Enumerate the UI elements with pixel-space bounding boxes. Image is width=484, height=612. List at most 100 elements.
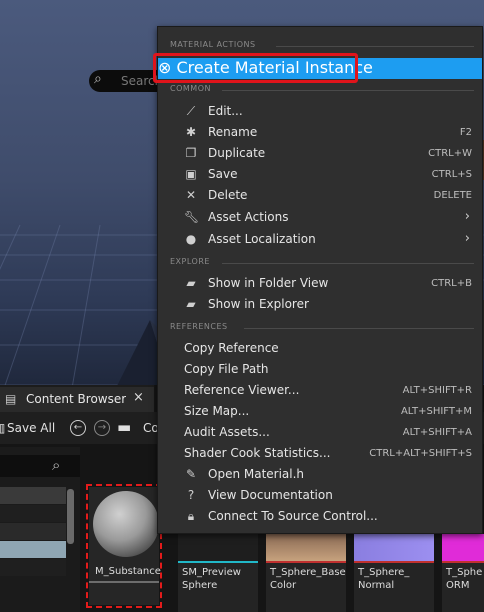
menu-item-connect-to-source-control[interactable]: 🔒︎ Connect To Source Control... <box>158 506 482 527</box>
asset-name: T_Sphere_ Normal <box>358 567 410 591</box>
asset-thumbnail <box>354 534 434 562</box>
search-icon: ⌕ <box>52 456 61 474</box>
menu-item-label: Show in Explorer <box>208 297 309 311</box>
asset-type-bar <box>266 561 346 563</box>
menu-item-open-material-h[interactable]: ✎ Open Material.h <box>158 464 482 485</box>
folder-search-icon: ▰ <box>186 297 196 311</box>
menu-item-shader-cook-statistics[interactable]: Shader Cook Statistics... CTRL+ALT+SHIFT… <box>158 443 482 464</box>
menu-item-edit[interactable]: ⟋ Edit... <box>158 101 482 122</box>
delete-icon: ✕ <box>185 188 197 202</box>
menu-item-save[interactable]: ▣ Save CTRL+S <box>158 164 482 185</box>
menu-item-label: Shader Cook Statistics... <box>184 446 331 460</box>
asset-thumbnail <box>442 534 484 562</box>
back-icon[interactable]: ← <box>70 420 86 436</box>
asset-thumbnail <box>266 534 346 562</box>
search-icon: ⌕ <box>94 71 102 87</box>
menu-item-label: Rename <box>208 125 258 139</box>
asset-name: SM_Preview Sphere <box>182 567 241 591</box>
duplicate-icon: ❐ <box>185 146 197 160</box>
asset-name: T_Sphe ORM <box>446 567 483 591</box>
menu-item-label: View Documentation <box>208 488 333 502</box>
list-item[interactable] <box>0 505 66 522</box>
asset-name: T_Sphere_Base Color <box>270 567 346 591</box>
asset-thumbnail <box>178 534 258 562</box>
shortcut-text: ALT+SHIFT+M <box>400 406 472 417</box>
shortcut-text: ALT+SHIFT+A <box>402 427 472 438</box>
edit-icon: ⟋ <box>186 104 196 118</box>
menu-item-label: Duplicate <box>208 146 266 160</box>
menu-item-size-map[interactable]: Size Map... ALT+SHIFT+M <box>158 401 482 422</box>
menu-item-label: Edit... <box>208 104 243 118</box>
list-item[interactable] <box>0 487 66 504</box>
menu-item-delete[interactable]: ✕ Delete DELETE <box>158 185 482 206</box>
asset-tile-sm-preview-sphere[interactable]: SM_Preview Sphere <box>178 534 258 612</box>
menu-item-label: Asset Localization <box>208 232 316 246</box>
section-divider <box>244 328 474 329</box>
section-header-common: COMMON <box>170 84 211 93</box>
menu-item-show-in-explorer[interactable]: ▰ Show in Explorer <box>158 294 482 315</box>
menu-item-reference-viewer[interactable]: Reference Viewer... ALT+SHIFT+R <box>158 380 482 401</box>
menu-item-label: Size Map... <box>184 404 250 418</box>
shortcut-text: F2 <box>459 127 472 138</box>
menu-item-asset-actions[interactable]: 🔧︎ Asset Actions › <box>158 207 482 228</box>
menu-item-label: Save <box>208 167 238 181</box>
menu-item-copy-file-path[interactable]: Copy File Path <box>158 359 482 380</box>
close-icon[interactable]: × <box>133 390 144 405</box>
menu-item-label: Audit Assets... <box>184 425 270 439</box>
menu-item-duplicate[interactable]: ❐ Duplicate CTRL+W <box>158 143 482 164</box>
menu-item-label: Show in Folder View <box>208 276 329 290</box>
section-divider <box>276 46 474 47</box>
sources-scrollbar[interactable] <box>67 489 74 544</box>
asset-tile-t-sphere-normal[interactable]: T_Sphere_ Normal <box>354 534 434 612</box>
asset-tile-t-sphere-base-color[interactable]: T_Sphere_Base Color <box>266 534 346 612</box>
list-item[interactable] <box>0 523 66 540</box>
shortcut-text: ALT+SHIFT+R <box>402 385 472 396</box>
forward-icon[interactable]: → <box>94 420 110 436</box>
asset-tile-t-sphere-orm[interactable]: T_Sphe ORM <box>442 534 484 612</box>
menu-item-label: Asset Actions <box>208 210 289 224</box>
shortcut-text: CTRL+B <box>431 278 472 289</box>
sources-panel: ⌕ <box>0 447 80 612</box>
asset-context-menu: MATERIAL ACTIONS ⊗ Create Material Insta… <box>157 26 483 534</box>
tab-content-browser[interactable]: ▤ Content Browser 1 × <box>0 385 154 412</box>
shortcut-text: CTRL+ALT+SHIFT+S <box>369 448 472 459</box>
selection-annotation <box>86 484 162 608</box>
save-all-button[interactable]: Save All <box>7 421 55 435</box>
chevron-right-icon: › <box>464 209 470 224</box>
wrench-icon: 🔧︎ <box>184 210 200 224</box>
menu-item-view-documentation[interactable]: ? View Documentation <box>158 485 482 506</box>
menu-item-label: Connect To Source Control... <box>208 509 378 523</box>
menu-item-label: Reference Viewer... <box>184 383 300 397</box>
asset-type-bar <box>178 561 258 563</box>
menu-item-label: Copy Reference <box>184 341 279 355</box>
rename-icon: ✱ <box>185 125 197 139</box>
menu-item-show-in-folder-view[interactable]: ▰ Show in Folder View CTRL+B <box>158 273 482 294</box>
menu-item-audit-assets[interactable]: Audit Assets... ALT+SHIFT+A <box>158 422 482 443</box>
lock-icon: 🔒︎ <box>187 509 195 523</box>
content-browser-icon: ▤ <box>5 392 17 406</box>
menu-item-label: Delete <box>208 188 248 202</box>
asset-type-bar <box>354 561 434 563</box>
help-icon: ? <box>187 488 195 502</box>
save-all-icon: ▥ <box>0 421 5 435</box>
section-header-references: REFERENCES <box>170 322 228 331</box>
folder-icon: ▬ <box>117 418 132 436</box>
folder-search-icon: ▰ <box>186 276 196 290</box>
shortcut-text: CTRL+S <box>431 169 472 180</box>
shortcut-text: DELETE <box>433 190 472 201</box>
tab-content-browser-label: Content Browser 1 <box>26 392 126 406</box>
asset-type-bar <box>442 561 484 563</box>
list-item[interactable] <box>0 559 66 576</box>
source-code-icon: ✎ <box>185 467 197 481</box>
highlight-annotation <box>153 53 358 83</box>
chevron-right-icon: › <box>464 231 470 246</box>
list-item[interactable] <box>0 541 66 558</box>
sources-search-input[interactable]: ⌕ <box>0 455 80 477</box>
globe-icon: ● <box>185 232 197 246</box>
shortcut-text: CTRL+W <box>428 148 472 159</box>
section-divider <box>222 90 474 91</box>
menu-item-rename[interactable]: ✱ Rename F2 <box>158 122 482 143</box>
menu-item-copy-reference[interactable]: Copy Reference <box>158 338 482 359</box>
menu-item-label: Copy File Path <box>184 362 269 376</box>
menu-item-asset-localization[interactable]: ● Asset Localization › <box>158 229 482 250</box>
